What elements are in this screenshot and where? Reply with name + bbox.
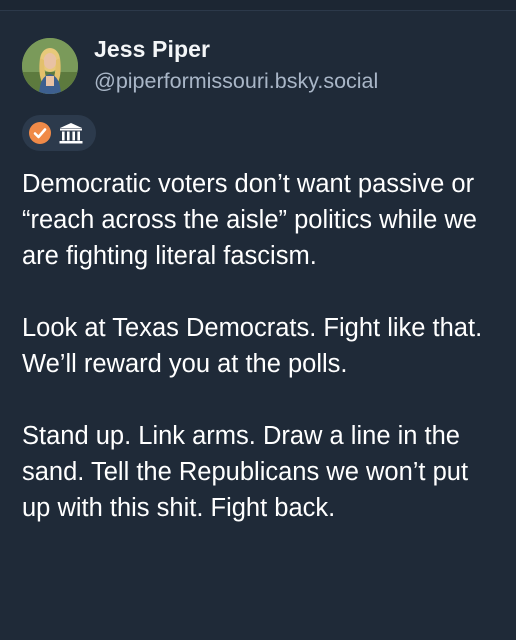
- avatar[interactable]: [22, 38, 78, 94]
- author-display-name[interactable]: Jess Piper: [94, 36, 210, 63]
- top-divider: [0, 0, 516, 11]
- post-card: Jess Piper @piperformissouri.bsky.social…: [0, 0, 516, 640]
- author-handle[interactable]: @piperformissouri.bsky.social: [94, 69, 378, 94]
- post-paragraph: Democratic voters don’t want passive or …: [22, 170, 477, 270]
- post-paragraph: Look at Texas Democrats. Fight like that…: [22, 314, 483, 378]
- verification-badges[interactable]: [22, 115, 96, 151]
- post-text: Democratic voters don’t want passive or …: [22, 166, 502, 526]
- post-paragraph: Stand up. Link arms. Draw a line in the …: [22, 422, 469, 522]
- government-building-icon: [58, 121, 84, 145]
- avatar-image: [22, 38, 78, 94]
- verified-check-icon: [28, 121, 52, 145]
